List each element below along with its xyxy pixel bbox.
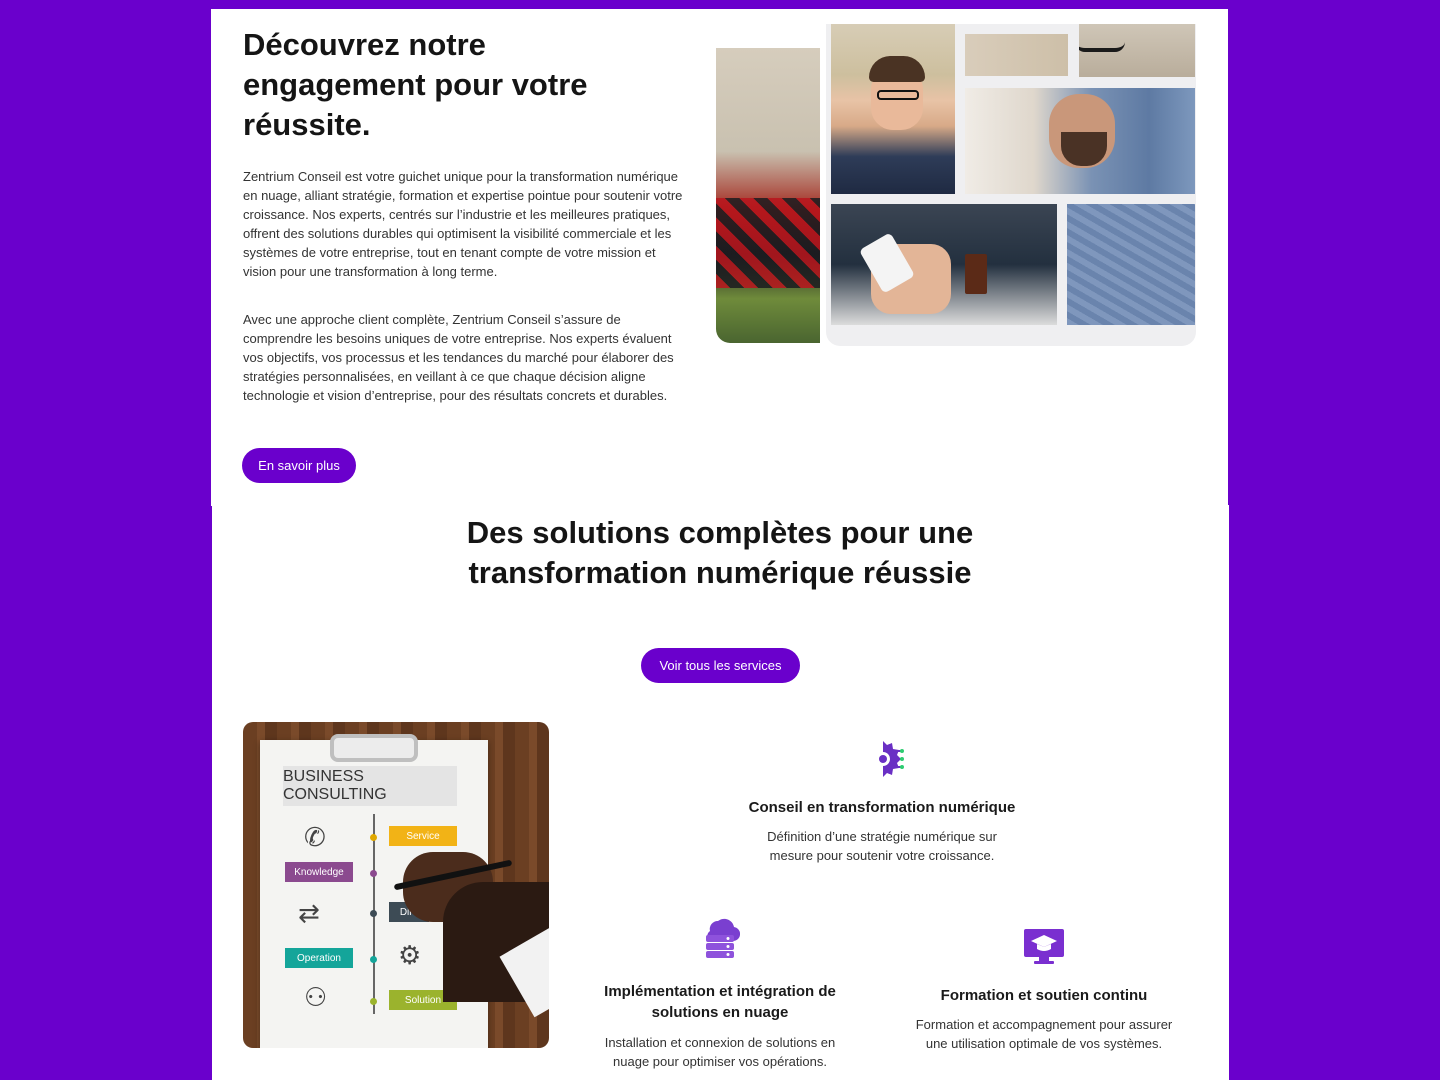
service-description: Installation et connexion de solutions e… xyxy=(604,1035,836,1069)
photo-smiling-man-glasses xyxy=(831,24,955,194)
tag-operation: Operation xyxy=(285,948,353,968)
service-description: Formation et accompagnement pour assurer… xyxy=(915,1017,1173,1051)
phone-icon: ✆ xyxy=(304,822,326,852)
service-description: Définition d’une stratégie numérique sur… xyxy=(767,829,997,863)
service-card-digital-consulting: Conseil en transformation numérique Défi… xyxy=(732,733,1032,873)
photo-man-glasses-crop xyxy=(1079,24,1195,77)
services-section: Des solutions complètes pour une transfo… xyxy=(212,505,1229,1080)
service-card-cloud-integration: Implémentation et intégration de solutio… xyxy=(590,913,850,1073)
gears-icon: ⚙ xyxy=(398,940,422,970)
gear-circuit-icon xyxy=(862,737,904,784)
graduation-monitor-icon xyxy=(1023,927,1065,970)
about-title: Découvrez notre engagement pour votre ré… xyxy=(243,27,588,142)
photo-person-red-shirt xyxy=(716,48,820,343)
cloud-server-icon xyxy=(700,915,741,964)
business-consulting-image: BUSINESS CONSULTING ✆ Service Knowledge … xyxy=(243,722,549,1048)
about-paragraph-1: Zentrium Conseil est votre guichet uniqu… xyxy=(243,169,683,279)
service-title: Formation et soutien continu xyxy=(940,987,1148,1004)
photo-bearded-man xyxy=(965,88,1195,194)
service-title: Implémentation et intégration de solutio… xyxy=(604,983,836,1021)
learn-more-button[interactable]: En savoir plus xyxy=(242,448,356,483)
presentation-icon: ⚇ xyxy=(304,982,328,1012)
photo-hands-phone xyxy=(831,204,1057,325)
about-paragraph-2: Avec une approche client complète, Zentr… xyxy=(243,312,674,403)
consulting-heading: BUSINESS CONSULTING xyxy=(283,766,457,806)
tag-knowledge: Knowledge xyxy=(285,862,353,882)
photo-collage xyxy=(716,24,1196,346)
service-card-training: Formation et soutien continu Formation e… xyxy=(904,925,1184,1075)
photo-sweater-texture xyxy=(1067,204,1195,325)
tag-service: Service xyxy=(389,826,457,846)
services-title: Des solutions complètes pour une transfo… xyxy=(466,515,974,590)
arrows-icon: ⇄ xyxy=(298,898,320,928)
service-title: Conseil en transformation numérique xyxy=(748,799,1016,816)
about-section: Découvrez notre engagement pour votre ré… xyxy=(211,9,1228,506)
photo-building-detail xyxy=(965,34,1068,76)
view-all-services-button[interactable]: Voir tous les services xyxy=(641,648,800,683)
